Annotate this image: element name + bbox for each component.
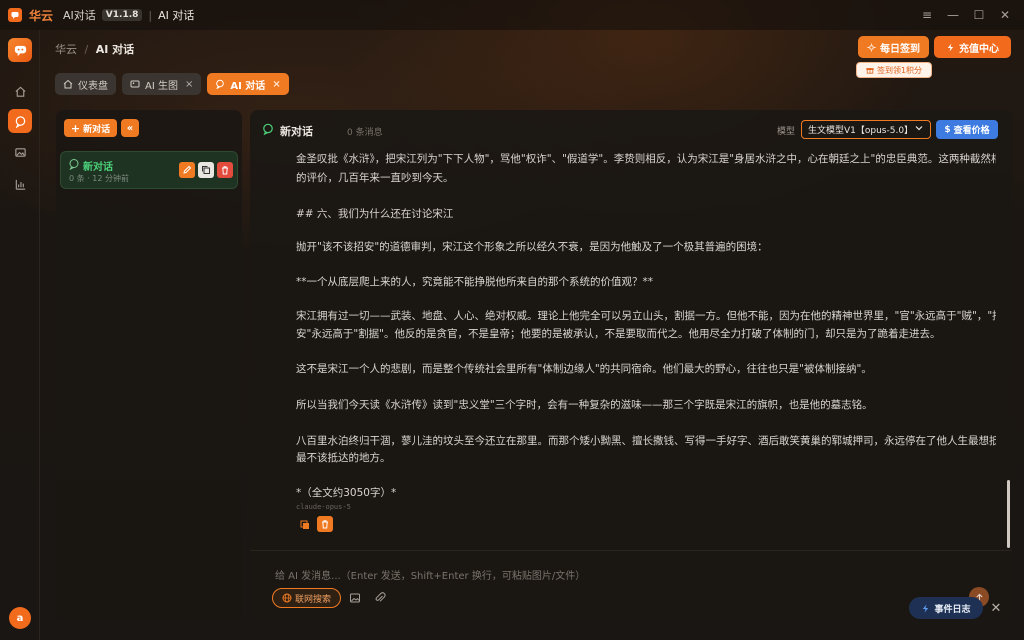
model-select-value: 生文模型V1【opus-5.0】 (808, 126, 914, 136)
edit-icon[interactable] (179, 162, 195, 178)
message-input[interactable]: 给 AI 发消息...（Enter 发送，Shift+Enter 换行，可粘贴图… (275, 567, 585, 582)
message-footer-note: *（全文约3050字）* (296, 487, 397, 499)
tab-dashboard-label: 仪表盘 (78, 80, 108, 92)
image-icon (130, 80, 140, 88)
version-badge: V1.1.8 (101, 9, 143, 21)
model-select[interactable]: 生文模型V1【opus-5.0】 (801, 120, 931, 139)
message-paragraph: 安"永远高于"割据"。他反的是贪官，不是皇帝；他要的是被承认，不是要取而代之。他… (296, 328, 941, 340)
message-list: 金圣叹批《水浒》，把宋江列为"下下人物"，骂他"权诈"、"假道学"。李贽则相反，… (296, 150, 996, 540)
copy-icon[interactable] (299, 519, 311, 531)
trash-icon (322, 520, 328, 529)
web-search-toggle[interactable]: 联网搜索 (272, 588, 341, 608)
nav-home-icon[interactable] (8, 79, 32, 103)
message-paragraph: 宋江拥有过一切——武装、地盘、人心、绝对权威。理论上他完全可以另立山头，割据一方… (296, 310, 996, 322)
nav-rail: a (0, 30, 40, 640)
checkin-hint-badge: 签到领1积分 (856, 62, 932, 78)
home-icon (63, 79, 73, 89)
breadcrumb-current: AI 对话 (95, 43, 135, 56)
title-bar: 华云 AI对话 V1.1.8 | AI 对话 ≡ — ☐ ✕ (0, 0, 1024, 30)
nav-stats-icon[interactable] (8, 172, 32, 196)
delete-icon[interactable] (217, 162, 233, 178)
tab-ai-image[interactable]: AI 生图 × (122, 73, 202, 95)
app-logo-icon (8, 38, 32, 62)
nav-image-icon[interactable] (8, 140, 32, 164)
tab-ai-image-label: AI 生图 (145, 80, 178, 92)
breadcrumb-separator: / (84, 43, 89, 56)
globe-icon (282, 593, 292, 603)
web-search-label: 联网搜索 (294, 594, 331, 605)
app-logo-icon (8, 8, 22, 22)
dollar-icon: $ (944, 124, 951, 135)
lightning-icon (947, 42, 954, 52)
chat-panel: 新对话 0 条消息 模型 生文模型V1【opus-5.0】 $ 查看价格 金圣叹… (250, 110, 1012, 620)
daily-checkin-label: 每日签到 (880, 43, 920, 55)
delete-message-button[interactable] (317, 516, 333, 532)
chevron-down-icon (915, 126, 923, 131)
lightning-icon (923, 603, 929, 613)
plus-icon: + (70, 121, 81, 135)
nav-chat-icon[interactable] (8, 109, 32, 133)
message-paragraph: 抛开"该不该招安"的道德审判，宋江这个形象之所以经久不衰，是因为他触及了一个极其… (296, 241, 768, 253)
close-icon[interactable]: ✕ (988, 600, 1004, 616)
collapse-sidebar-button[interactable]: « (121, 119, 139, 137)
tab-ai-chat-label: AI 对话 (230, 80, 266, 92)
breadcrumb: 华云 / AI 对话 (55, 41, 134, 57)
close-icon[interactable]: ✕ (992, 0, 1018, 30)
sun-icon (867, 42, 876, 52)
avatar[interactable]: a (9, 607, 31, 629)
title-separator: | (148, 8, 153, 22)
conversation-panel: + 新对话 « 新对话 0 条 · 12 分钟前 (56, 110, 242, 620)
message-paragraph: 的评价，几百年来一直吵到今天。 (296, 172, 454, 184)
gift-icon (866, 68, 874, 74)
chat-icon (216, 79, 225, 89)
recharge-center-label: 充值中心 (959, 43, 999, 55)
menu-icon[interactable]: ≡ (914, 0, 940, 30)
copy-icon[interactable] (198, 162, 214, 178)
tab-close-icon[interactable]: × (272, 79, 280, 90)
daily-checkin-button[interactable]: 每日签到 (858, 36, 929, 58)
message-paragraph: 最不该抵达的地方。 (296, 452, 391, 464)
tab-close-icon[interactable]: × (185, 79, 193, 90)
event-log-button[interactable]: 事件日志 (909, 597, 983, 619)
chat-icon (69, 159, 79, 170)
composer: 给 AI 发消息...（Enter 发送，Shift+Enter 换行，可粘贴图… (250, 550, 1012, 620)
message-paragraph: 八百里水泊终归干涸，蓼儿洼的坟头至今还立在那里。而那个矮小黝黑、擅长撒钱、写得一… (296, 435, 996, 447)
conversation-item[interactable]: 新对话 0 条 · 12 分钟前 (60, 151, 238, 189)
view-price-button[interactable]: $ 查看价格 (936, 120, 998, 139)
breadcrumb-root[interactable]: 华云 (55, 43, 77, 56)
event-log-label: 事件日志 (934, 604, 971, 615)
tab-bar: 仪表盘 AI 生图 × AI 对话 × (55, 73, 289, 95)
message-paragraph: **一个从底层爬上来的人，究竟能不能挣脱他所来自的那个系统的价值观？** (296, 276, 653, 288)
message-paragraph: 所以当我们今天读《水浒传》读到"忠义堂"三个字时，会有一种复杂的滋味——那三个字… (296, 399, 873, 411)
model-tag: claude-opus-5 (296, 503, 351, 511)
recharge-center-button[interactable]: 充值中心 (934, 36, 1011, 58)
scrollbar-thumb[interactable] (1007, 480, 1010, 548)
minimize-icon[interactable]: — (940, 0, 966, 30)
attachment-icon[interactable] (374, 592, 386, 604)
tab-dashboard[interactable]: 仪表盘 (55, 73, 116, 95)
checkin-hint-text: 签到领1积分 (876, 65, 923, 75)
model-label: 模型 (777, 127, 796, 137)
view-price-label: 查看价格 (953, 126, 990, 136)
message-count: 0 条消息 (347, 128, 383, 138)
image-upload-icon[interactable] (349, 592, 361, 604)
new-chat-label: 新对话 (83, 124, 111, 135)
new-chat-button[interactable]: + 新对话 (64, 119, 117, 137)
message-heading: ## 六、我们为什么还在讨论宋江 (296, 208, 454, 220)
brand-name: 华云 (29, 8, 54, 23)
window-page-title: AI 对话 (158, 9, 195, 22)
conversation-meta: 0 条 · 12 分钟前 (69, 174, 129, 183)
conversation-title: 新对话 (83, 162, 113, 173)
app-name: AI对话 (63, 9, 96, 22)
maximize-icon[interactable]: ☐ (966, 0, 992, 30)
chat-title: 新对话 (280, 125, 313, 138)
tab-ai-chat[interactable]: AI 对话 × (207, 73, 289, 95)
message-paragraph: 这不是宋江一个人的悲剧，而是整个传统社会里所有"体制边缘人"的共同宿命。他们最大… (296, 363, 872, 375)
chat-bubble-icon (263, 123, 273, 135)
chat-header: 新对话 0 条消息 模型 生文模型V1【opus-5.0】 $ 查看价格 (250, 110, 1012, 148)
message-paragraph: 金圣叹批《水浒》，把宋江列为"下下人物"，骂他"权诈"、"假道学"。李贽则相反，… (296, 153, 996, 165)
